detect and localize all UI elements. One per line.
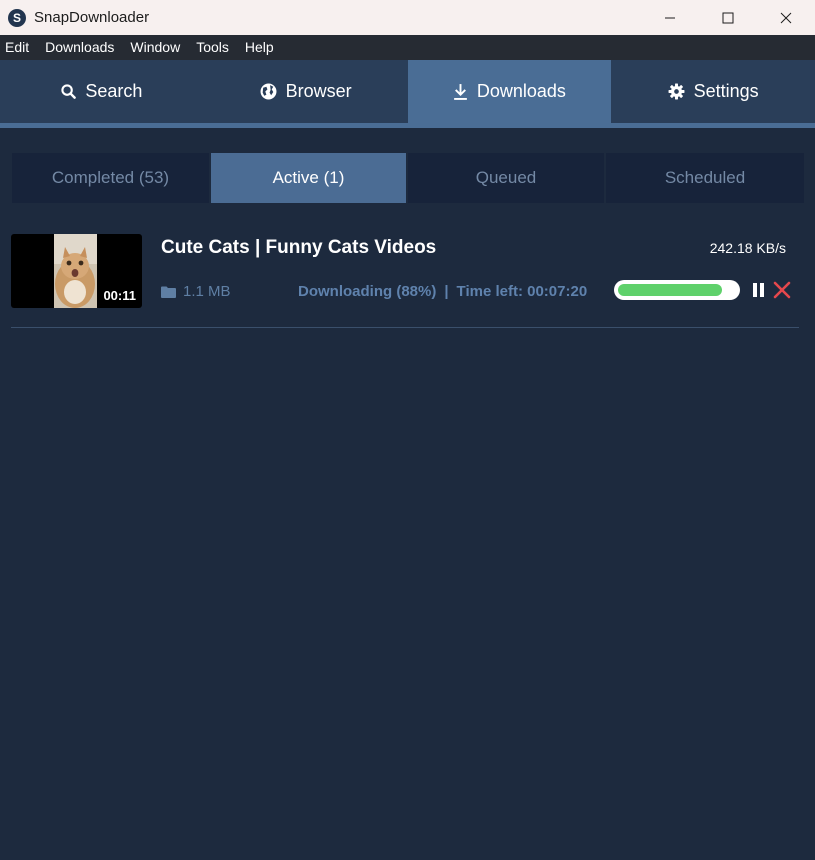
folder-icon (161, 286, 176, 298)
minimize-icon (665, 17, 675, 18)
progress-fill (618, 284, 722, 296)
tab-downloads[interactable]: Downloads (407, 60, 612, 123)
maximize-icon (722, 12, 734, 23)
tab-browser-label: Browser (285, 81, 352, 101)
subtab-active[interactable]: Active (1) (211, 153, 406, 203)
nav-underline (0, 123, 815, 128)
tab-settings[interactable]: Settings (611, 60, 815, 123)
video-thumbnail[interactable]: 00:11 (11, 234, 142, 308)
minimize-button[interactable] (641, 0, 699, 35)
menu-window[interactable]: Window (125, 35, 185, 60)
globe-icon (260, 83, 277, 100)
search-icon (61, 84, 77, 99)
tab-downloads-label: Downloads (476, 81, 566, 101)
window-controls (641, 0, 815, 35)
status-separator: | (444, 283, 449, 300)
menu-help[interactable]: Help (240, 35, 279, 60)
cancel-icon[interactable] (773, 281, 791, 299)
download-icon (453, 84, 467, 100)
tab-search-label: Search (85, 81, 143, 101)
app-logo-icon: S (8, 8, 26, 27)
download-item: 00:11 Cute Cats | Funny Cats Videos 242.… (11, 234, 799, 328)
tab-search[interactable]: Search (0, 60, 204, 123)
menu-edit[interactable]: Edit (0, 35, 34, 60)
menu-tools[interactable]: Tools (191, 35, 234, 60)
subtab-queued[interactable]: Queued (408, 153, 604, 203)
file-size-value: 1.1 MB (183, 283, 231, 300)
time-left: Time left: 00:07:20 (456, 283, 588, 300)
title-bar: S SnapDownloader (0, 0, 815, 35)
subtab-scheduled[interactable]: Scheduled (606, 153, 804, 203)
subtab-completed[interactable]: Completed (53) (12, 153, 209, 203)
close-button[interactable] (757, 0, 815, 35)
close-icon (780, 12, 792, 23)
gear-icon (668, 83, 685, 100)
download-title: Cute Cats | Funny Cats Videos (161, 237, 437, 258)
app-title: SnapDownloader (34, 9, 150, 26)
cat-thumbnail-image (54, 234, 97, 308)
main-nav: Search Browser Downloads Settings (0, 60, 815, 123)
pause-icon[interactable] (752, 282, 766, 298)
download-subtabs: Completed (53) Active (1) Queued Schedul… (12, 153, 804, 203)
tab-settings-label: Settings (693, 81, 759, 101)
menu-bar: Edit Downloads Window Tools Help (0, 35, 815, 60)
download-speed: 242.18 KB/s (709, 240, 786, 256)
video-duration: 00:11 (103, 288, 136, 303)
download-status: Downloading (88%) | Time left: 00:07:20 (298, 283, 587, 300)
menu-downloads[interactable]: Downloads (40, 35, 119, 60)
maximize-button[interactable] (699, 0, 757, 35)
status-text: Downloading (88%) (298, 283, 437, 300)
progress-bar (614, 280, 740, 300)
file-size[interactable]: 1.1 MB (161, 283, 231, 300)
tab-browser[interactable]: Browser (204, 60, 408, 123)
